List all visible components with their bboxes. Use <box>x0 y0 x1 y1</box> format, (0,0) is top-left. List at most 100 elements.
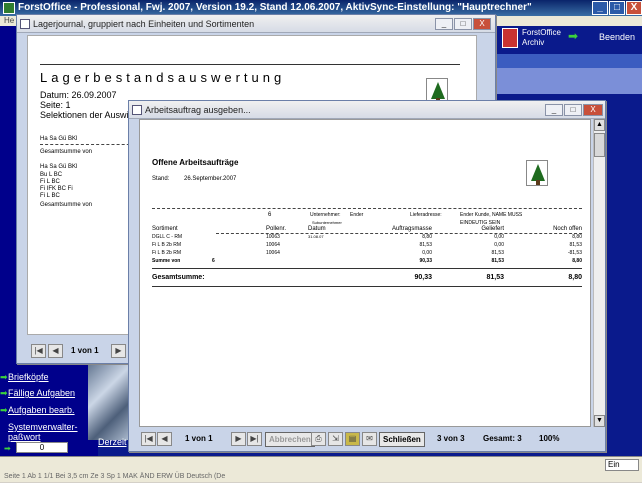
cell-datum: 31.08.07 <box>308 234 324 239</box>
first-page-button[interactable]: |◀ <box>141 432 156 446</box>
status-bar: Ein Seite 1 Ab 1 1/1 Bei 3,5 cm Ze 3 Sp … <box>0 456 642 482</box>
cell-pollenr: 10063 <box>266 234 280 240</box>
row-line: Fi L BC <box>40 179 60 185</box>
cell-sortiment: Fi L B 2b RM <box>152 250 181 256</box>
schliessen-button[interactable]: Schließen <box>379 432 425 447</box>
pager-label: 1 von 1 <box>185 434 213 443</box>
group-number: 6 <box>268 212 272 218</box>
cell-pollenr: 10064 <box>266 242 280 248</box>
first-page-button[interactable]: |◀ <box>31 344 46 358</box>
arbeitsauftrag-window: Arbeitsauftrag ausgeben... _ □ X Offene … <box>128 100 606 452</box>
header-band <box>496 54 642 68</box>
cell-geliefert: 81,53 <box>491 250 504 256</box>
scroll-down-icon[interactable]: ▼ <box>594 415 605 427</box>
lagerjournal-title: Lagerjournal, gruppiert nach Einheiten u… <box>33 19 255 29</box>
folder-icon[interactable]: ▤ <box>345 432 360 446</box>
sidebar-item-faellige-aufgaben[interactable]: Fällige Aufgaben <box>8 388 75 398</box>
close-button[interactable]: X <box>583 104 603 116</box>
unternehmer-label: Unternehmer: <box>310 212 341 218</box>
unternehmer-value: Ender <box>350 212 364 218</box>
total-value: 81,53 <box>486 274 504 281</box>
page-count: 3 von 3 <box>437 434 465 443</box>
cell-offen: 81,53 <box>569 242 582 248</box>
maximize-button[interactable]: □ <box>454 18 472 30</box>
close-button[interactable]: X <box>626 1 642 15</box>
quit-button[interactable]: Beenden <box>599 32 635 42</box>
column-header: Datum <box>308 226 326 232</box>
prev-page-button[interactable]: ◀ <box>48 344 63 358</box>
header-band-light <box>496 68 642 94</box>
divider <box>152 286 582 287</box>
sidebar-item-password[interactable]: Systemverwalter-paßwort <box>8 422 78 442</box>
arrow-right-icon: ➡ <box>0 372 8 382</box>
top-right-toolbar: ForstOffice Archiv ➡ Beenden <box>496 26 642 94</box>
window-icon <box>132 105 142 115</box>
cell-auftrag: 8,80 <box>422 234 432 240</box>
sum-value: 8,80 <box>572 258 582 264</box>
cell-pollenr: 10064 <box>266 250 280 256</box>
menu-fragment[interactable]: He <box>4 16 14 25</box>
next-page-button[interactable]: ▶ <box>111 344 126 358</box>
row-line: Bu L BC <box>40 172 63 178</box>
archive-label[interactable]: ForstOffice Archiv <box>522 28 562 48</box>
lieferadresse-label: Lieferadresse: <box>410 212 442 218</box>
window-icon <box>20 19 30 29</box>
total-row: Gesamtsumme: 90,33 81,53 8,80 <box>152 274 582 284</box>
sum-value: 81,53 <box>491 258 504 264</box>
selection-line: Selektionen der Auswi <box>40 110 129 120</box>
maximize-button[interactable]: □ <box>609 1 625 15</box>
page-line: Seite: 1 <box>40 100 71 110</box>
report-title: Lagerbestandsauswertung <box>40 70 286 85</box>
column-header: Noch offen <box>553 226 582 232</box>
cell-geliefert: 0,00 <box>494 234 504 240</box>
mail-icon[interactable]: ✉ <box>362 432 377 446</box>
decorative-image <box>88 360 128 440</box>
print-icon[interactable]: ⎙ <box>311 432 326 446</box>
scroll-up-icon[interactable]: ▲ <box>594 119 605 131</box>
total-value: 90,33 <box>414 274 432 281</box>
minimize-button[interactable]: _ <box>435 18 453 30</box>
close-button[interactable]: X <box>473 18 491 30</box>
sum-row: Gesamtsumme von <box>40 202 93 208</box>
sidebar-item-briefkoepfe[interactable]: Briefköpfe <box>8 372 49 382</box>
divider <box>40 144 140 145</box>
sum-value: 90,33 <box>419 258 432 264</box>
stand-label: Stand: <box>152 176 170 182</box>
table-row: DGLL C - RM 10063 31.08.07 8,80 0,00 8,8… <box>152 234 582 242</box>
export-icon[interactable]: ⇲ <box>328 432 343 446</box>
cell-offen: 8,80 <box>572 234 582 240</box>
arbeitsauftrag-title: Arbeitsauftrag ausgeben... <box>145 105 251 115</box>
divider <box>152 208 582 209</box>
last-page-button[interactable]: ▶| <box>247 432 262 446</box>
arrow-right-icon: ➡ <box>0 388 8 398</box>
divider <box>40 64 460 65</box>
cell-auftrag: 0,00 <box>422 250 432 256</box>
report-page: Offene Arbeitsaufträge Stand: 26.Septemb… <box>139 119 591 427</box>
sum-label: Summe von <box>152 258 181 264</box>
pager-label: 1 von 1 <box>71 346 99 355</box>
total-value: 8,80 <box>568 274 582 281</box>
column-header: Pollenr. <box>266 226 287 232</box>
arrow-right-icon: ➡ <box>4 444 11 453</box>
password-field[interactable]: 0 <box>16 442 68 453</box>
derzeit-label: Derzeit <box>98 437 127 447</box>
report-title: Offene Arbeitsaufträge <box>152 158 239 167</box>
report-toolbar: |◀ ◀ 1 von 1 ▶ ▶| Abbrechen ⎙ ⇲ ▤ ✉ Schl… <box>137 430 597 450</box>
maximize-button[interactable]: □ <box>564 104 582 116</box>
cell-sortiment: Fi L B 2b RM <box>152 242 181 248</box>
vertical-scrollbar[interactable]: ▲ ▼ <box>593 119 605 427</box>
row-line: Fi IFK BC Fi <box>40 186 73 192</box>
cell-sortiment: DGLL C - RM <box>152 234 183 240</box>
sidebar-links: ➡ Briefköpfe ➡ Fällige Aufgaben ➡ Aufgab… <box>0 372 98 456</box>
arrow-right-icon: ➡ <box>0 405 8 415</box>
row-line: Ha Sa Gü BKl <box>40 164 78 170</box>
minimize-button[interactable]: _ <box>592 1 608 15</box>
column-header: Auftragsmasse <box>391 226 432 232</box>
scroll-thumb[interactable] <box>594 133 605 157</box>
sidebar-item-aufgaben-bearb[interactable]: Aufgaben bearb. <box>8 405 75 415</box>
next-page-button[interactable]: ▶ <box>231 432 246 446</box>
cancel-button[interactable]: Abbrechen <box>265 432 315 447</box>
minimize-button[interactable]: _ <box>545 104 563 116</box>
prev-page-button[interactable]: ◀ <box>157 432 172 446</box>
zoom-level[interactable]: 100% <box>539 434 559 443</box>
